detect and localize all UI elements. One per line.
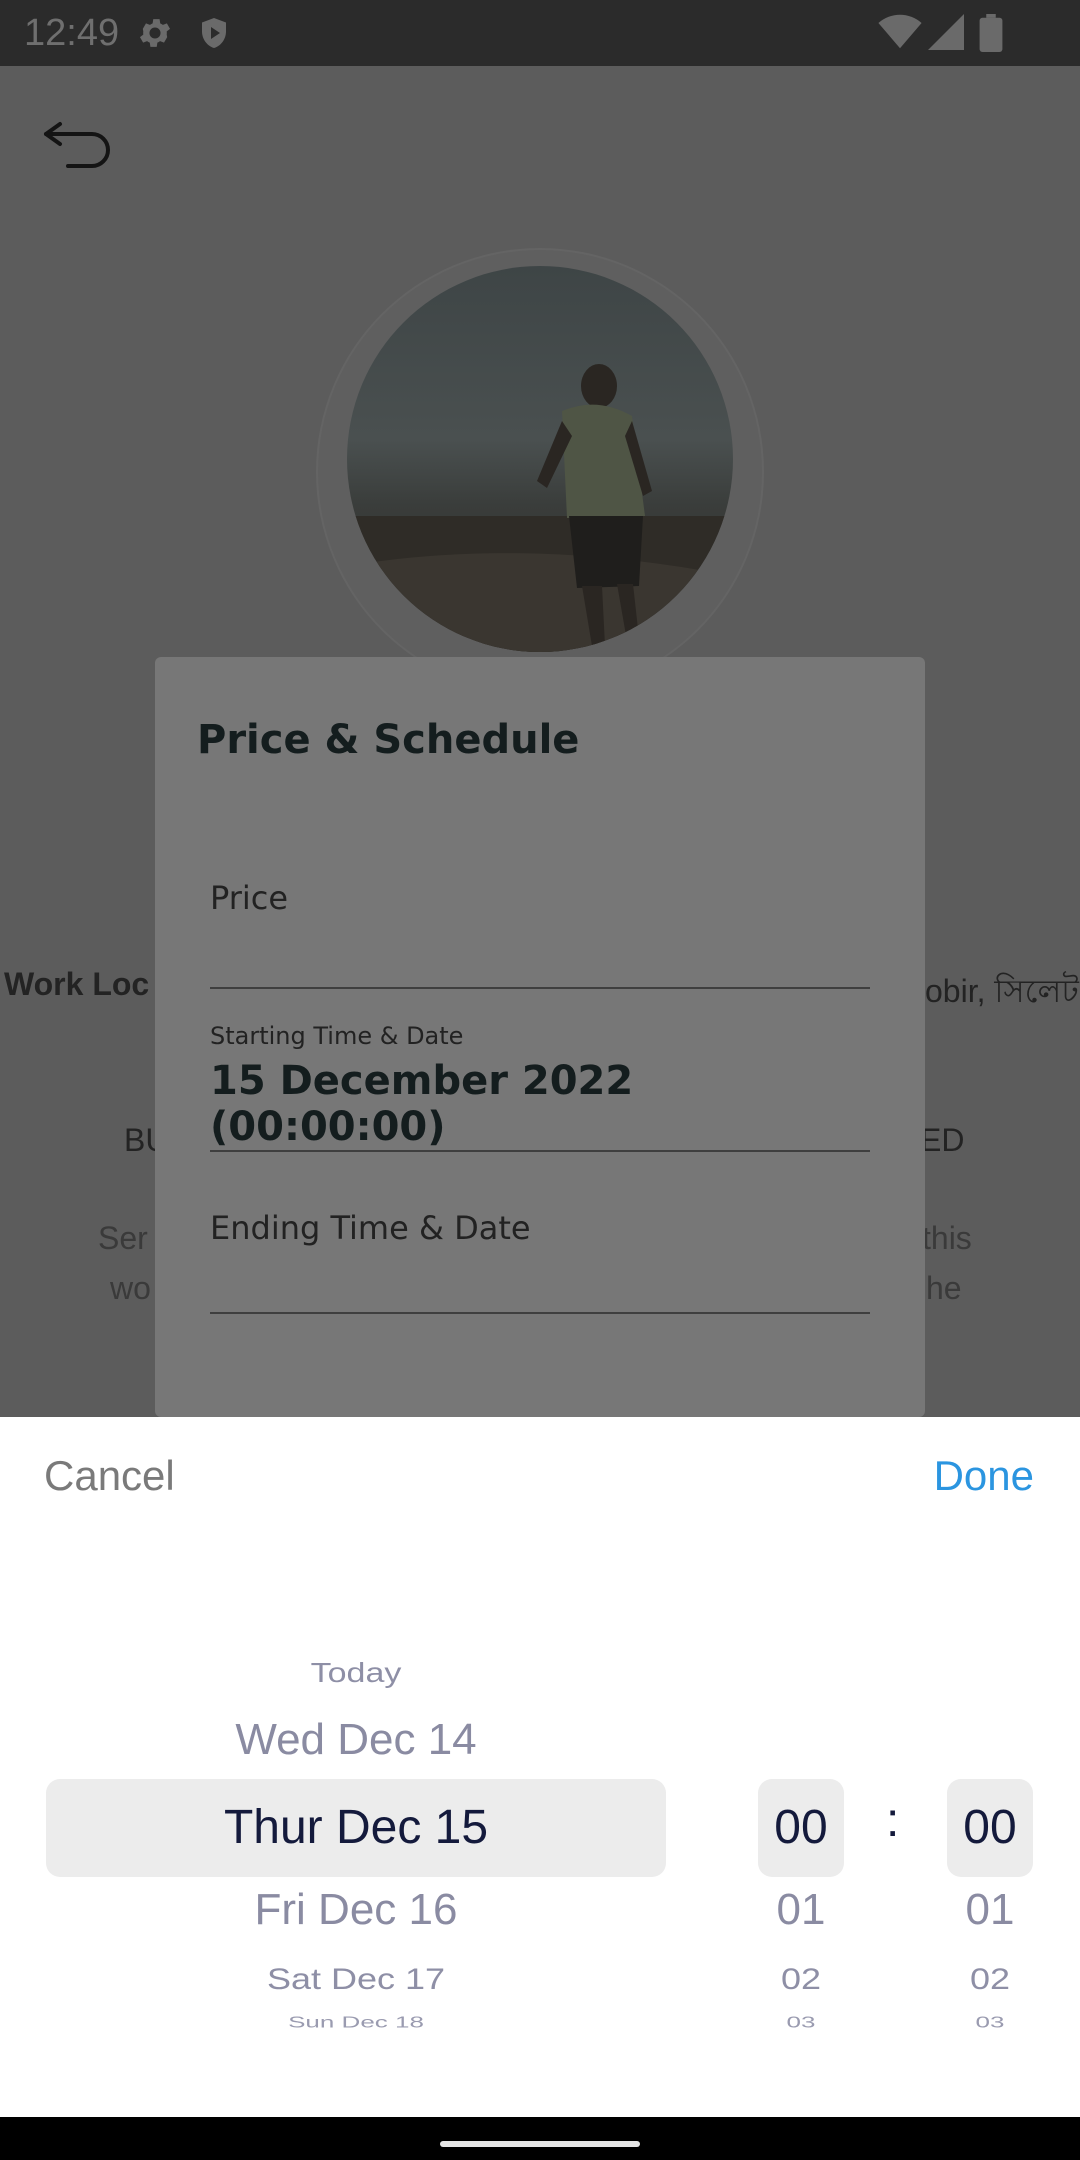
description-left-line2: wo [110, 1270, 151, 1306]
starting-date-value: 15 December 2022 (00:00:00) [210, 1058, 634, 1150]
status-tag-right: ED [920, 1122, 965, 1158]
date-wheel-item[interactable]: Fri Dec 16 [46, 1885, 666, 1935]
date-time-picker-sheet: Cancel Done Today Wed Dec 14 Thur Dec 15… [0, 1417, 1080, 2117]
date-wheel-item[interactable]: Sat Dec 17 [46, 1962, 666, 1996]
done-button[interactable]: Done [934, 1452, 1034, 1500]
ending-date-label: Ending Time & Date [210, 1209, 531, 1247]
hour-wheel-item[interactable]: 02 [758, 1962, 844, 1996]
starting-date-field[interactable]: Starting Time & Date 15 December 2022 (0… [210, 1022, 870, 1152]
description-right-line2: he [926, 1270, 962, 1306]
minute-wheel-item[interactable]: 02 [947, 1962, 1033, 1996]
price-schedule-dialog: Price & Schedule Price Starting Time & D… [155, 657, 925, 1417]
time-separator: : [886, 1794, 900, 1847]
runner-photo [347, 364, 733, 652]
home-gesture-handle[interactable] [440, 2141, 640, 2147]
back-arrow-icon[interactable] [40, 110, 116, 170]
navigation-bar [0, 2117, 1080, 2160]
starting-date-label: Starting Time & Date [210, 1022, 464, 1050]
work-location-value: obir, সিলেট [925, 973, 1079, 1009]
status-bar: 12:49 [0, 0, 1080, 66]
hour-wheel-item-selected[interactable]: 00 [758, 1800, 844, 1855]
price-label: Price [210, 879, 289, 917]
settings-icon [139, 19, 171, 47]
date-wheel-item[interactable]: Sun Dec 18 [46, 2013, 666, 2032]
hour-wheel-item[interactable]: 01 [758, 1885, 844, 1935]
minute-wheel-item[interactable]: 03 [947, 2013, 1033, 2032]
cancel-button[interactable]: Cancel [44, 1452, 175, 1500]
date-wheel-item[interactable]: Today [46, 1658, 666, 1690]
dialog-title: Price & Schedule [197, 717, 580, 763]
battery-icon [979, 14, 1003, 52]
date-wheel-item[interactable]: Wed Dec 14 [46, 1715, 666, 1765]
minute-wheel-item-selected[interactable]: 00 [947, 1800, 1033, 1855]
cellular-signal-icon [928, 14, 964, 50]
status-time: 12:49 [24, 12, 120, 54]
shield-icon [202, 18, 226, 48]
ending-date-field[interactable]: Ending Time & Date [210, 1209, 870, 1314]
minute-wheel-item[interactable]: 01 [947, 1885, 1033, 1935]
profile-photo [347, 266, 733, 652]
wifi-icon [878, 14, 922, 49]
work-location-label: Work Loc [4, 966, 150, 1002]
description-left-line1: Ser [98, 1220, 148, 1256]
date-wheel-item-selected[interactable]: Thur Dec 15 [46, 1800, 666, 1855]
price-field[interactable]: Price [210, 879, 870, 989]
description-right-line1: this [922, 1220, 972, 1256]
hour-wheel-item[interactable]: 03 [758, 2013, 844, 2032]
